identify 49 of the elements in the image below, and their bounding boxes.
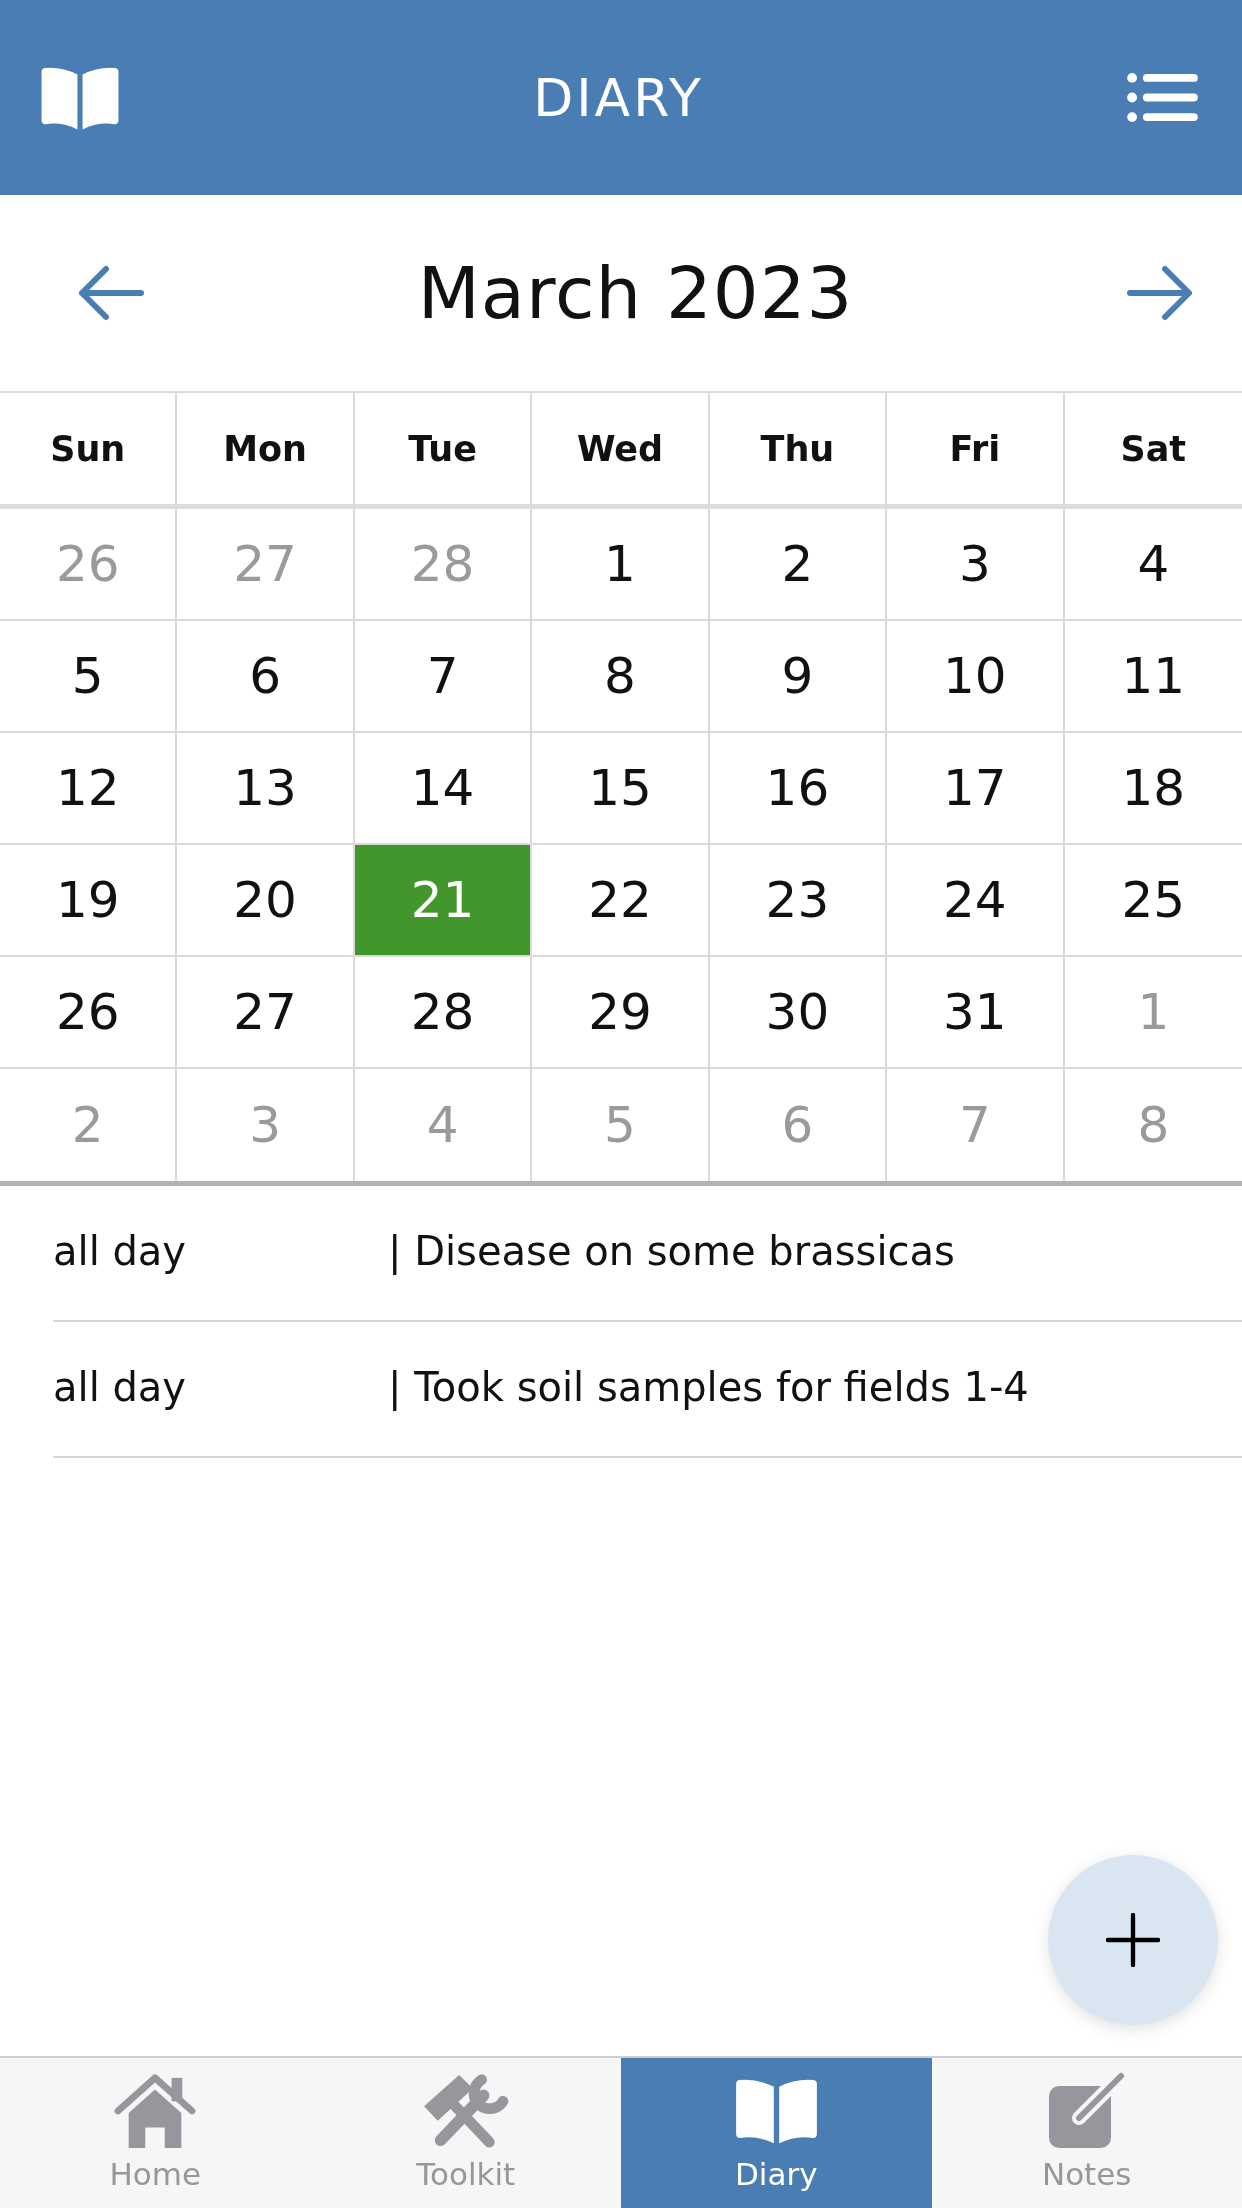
day-cell[interactable]: 16 [709, 733, 888, 845]
weekday-label: Thu [760, 428, 835, 469]
weekday-label: Tue [408, 428, 477, 469]
weekday-label: Sun [50, 428, 126, 469]
day-cell[interactable]: 24 [887, 845, 1065, 957]
day-cell[interactable]: 23 [709, 845, 888, 957]
day-cell[interactable]: 7 [354, 621, 533, 733]
day-cell[interactable]: 6 [177, 621, 355, 733]
event-time: all day [53, 1364, 188, 1410]
day-cell[interactable]: 12 [0, 733, 178, 845]
day-cell[interactable]: 29 [532, 957, 710, 1069]
day-cell[interactable]: 1 [532, 509, 710, 621]
day-cell[interactable]: 2 [709, 509, 888, 621]
menu-icon[interactable] [1127, 72, 1198, 123]
home-icon [112, 2072, 199, 2150]
day-cell[interactable]: 10 [887, 621, 1065, 733]
event-title: | Disease on some brassicas [388, 1228, 955, 1274]
month-title: March 2023 [417, 251, 854, 335]
screen-title: DIARY [533, 67, 704, 128]
plus-icon [1106, 1913, 1160, 1967]
event-time: all day [53, 1228, 188, 1274]
day-cell[interactable]: 9 [709, 621, 888, 733]
day-cell[interactable]: 19 [0, 845, 178, 957]
day-cell[interactable]: 27 [177, 957, 355, 1069]
day-cell[interactable]: 3 [887, 509, 1065, 621]
day-cell[interactable]: 26 [0, 957, 178, 1069]
day-cell[interactable]: 28 [354, 957, 533, 1069]
left-arrow-icon[interactable] [77, 265, 145, 321]
day-cell[interactable]: 22 [532, 845, 710, 957]
notepad-pencil-icon [1046, 2072, 1127, 2150]
day-cell[interactable]: 5 [0, 621, 178, 733]
right-arrow-icon[interactable] [1126, 265, 1194, 321]
day-cell[interactable]: 15 [532, 733, 710, 845]
day-cell[interactable]: 11 [1064, 621, 1242, 733]
day-cell[interactable]: 18 [1064, 733, 1242, 845]
day-cell[interactable]: 4 [1064, 509, 1242, 621]
day-cell[interactable]: 31 [887, 957, 1065, 1069]
day-cell[interactable]: 8 [532, 621, 710, 733]
event-title: | Took soil samples for fields 1-4 [388, 1364, 1029, 1410]
nav-tab[interactable]: Diary [621, 2058, 932, 2208]
day-cell[interactable]: 21 [354, 845, 533, 957]
weekday-label: Mon [223, 428, 308, 469]
day-cell[interactable]: 13 [177, 733, 355, 845]
weekday-label: Sat [1120, 428, 1187, 469]
day-cell[interactable]: 17 [887, 733, 1065, 845]
weekday-label: Fri [949, 428, 1001, 469]
weekday-label: Wed [576, 428, 664, 469]
day-cell[interactable]: 30 [709, 957, 888, 1069]
day-cell[interactable]: 25 [1064, 845, 1242, 957]
